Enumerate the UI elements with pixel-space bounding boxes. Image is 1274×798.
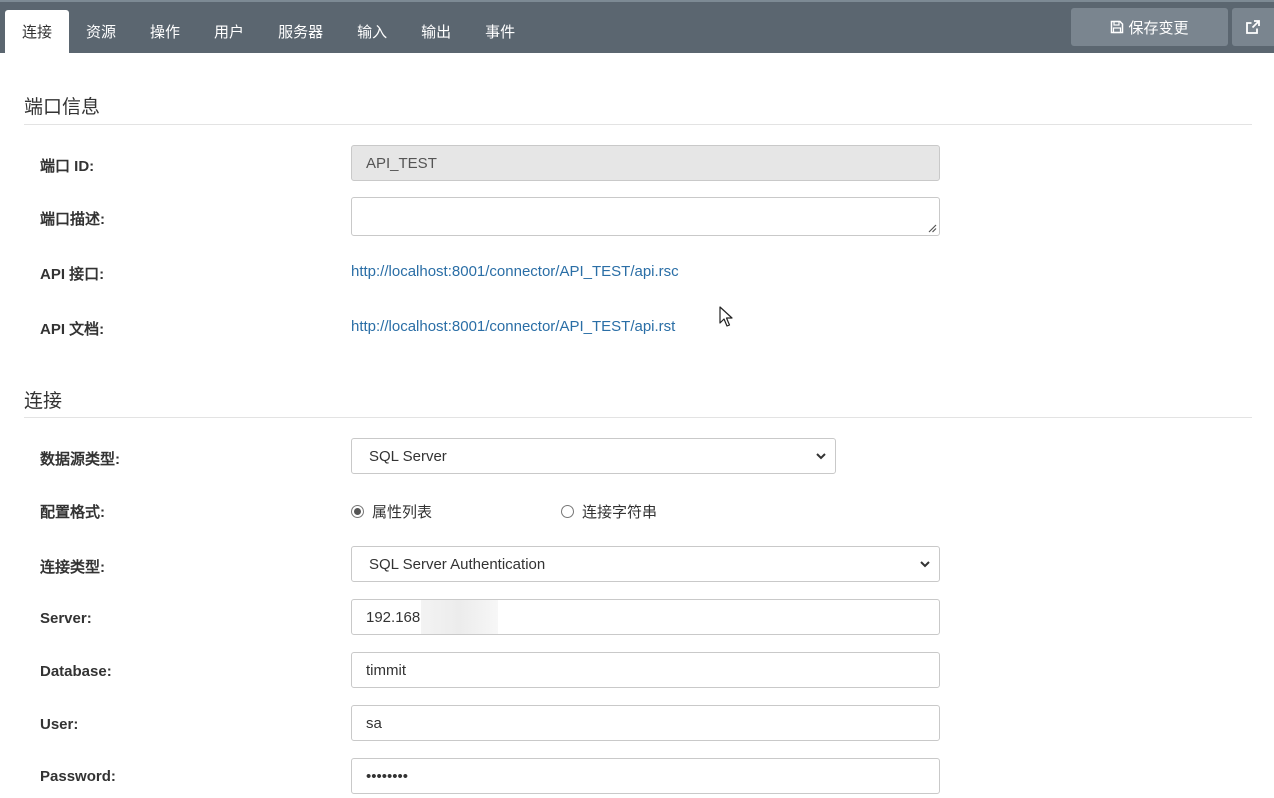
save-changes-button[interactable]: 保存变更	[1071, 8, 1228, 46]
radio-property-list[interactable]: 属性列表	[351, 501, 432, 522]
tab-list: 连接 资源 操作 用户 服务器 输入 输出 事件	[5, 10, 532, 53]
password-label: Password:	[40, 768, 116, 785]
tab-users[interactable]: 用户	[197, 10, 261, 53]
tab-operations[interactable]: 操作	[133, 10, 197, 53]
radio-unchecked-icon	[561, 505, 574, 518]
tab-resources[interactable]: 资源	[69, 10, 133, 53]
radio-connection-string[interactable]: 连接字符串	[561, 501, 657, 522]
config-format-label: 配置格式:	[40, 504, 105, 521]
api-doc-label: API 文档:	[40, 321, 105, 338]
datasource-type-label: 数据源类型:	[40, 451, 120, 468]
connection-type-value: SQL Server Authentication	[369, 555, 546, 573]
open-external-button[interactable]	[1232, 8, 1274, 46]
datasource-type-select[interactable]: SQL Server	[351, 438, 836, 474]
floppy-disk-icon	[1111, 20, 1124, 34]
chevron-down-icon	[816, 453, 826, 460]
port-description-textarea[interactable]	[351, 197, 940, 236]
api-endpoint-label: API 接口:	[40, 266, 105, 283]
database-input[interactable]: timmit	[351, 652, 940, 688]
port-id-input[interactable]: API_TEST	[351, 145, 940, 181]
radio-property-list-label: 属性列表	[372, 504, 433, 521]
section-divider	[24, 417, 1252, 418]
tab-events[interactable]: 事件	[468, 10, 532, 53]
redacted-blur	[421, 600, 498, 634]
tab-output[interactable]: 输出	[404, 10, 468, 53]
topbar-accent-line	[0, 0, 1274, 2]
external-link-icon	[1246, 20, 1260, 34]
api-endpoint-link[interactable]: http://localhost:8001/connector/API_TEST…	[351, 263, 679, 280]
radio-connection-string-label: 连接字符串	[582, 504, 658, 521]
user-input[interactable]: sa	[351, 705, 940, 741]
port-info-section-title: 端口信息	[24, 97, 101, 118]
connection-type-select[interactable]: SQL Server Authentication	[351, 546, 940, 582]
save-changes-label: 保存变更	[1128, 19, 1189, 37]
resize-grip-icon[interactable]	[927, 223, 937, 233]
radio-checked-icon	[351, 505, 364, 518]
server-label: Server:	[40, 610, 92, 627]
password-input[interactable]: ••••••••	[351, 758, 940, 794]
mouse-pointer-icon	[719, 306, 733, 327]
connection-type-label: 连接类型:	[40, 559, 105, 576]
database-label: Database:	[40, 663, 112, 680]
chevron-down-icon	[920, 561, 930, 568]
top-navigation-bar: 连接 资源 操作 用户 服务器 输入 输出 事件 保存变更	[0, 0, 1274, 53]
port-id-label: 端口 ID:	[40, 158, 95, 175]
section-divider	[24, 124, 1252, 125]
tab-connection[interactable]: 连接	[5, 10, 70, 53]
connection-section-title: 连接	[24, 391, 63, 412]
port-description-label: 端口描述:	[40, 211, 105, 228]
tab-input[interactable]: 输入	[340, 10, 404, 53]
tab-server[interactable]: 服务器	[261, 10, 340, 53]
api-doc-link[interactable]: http://localhost:8001/connector/API_TEST…	[351, 318, 675, 335]
datasource-type-value: SQL Server	[369, 447, 447, 465]
user-label: User:	[40, 716, 79, 733]
